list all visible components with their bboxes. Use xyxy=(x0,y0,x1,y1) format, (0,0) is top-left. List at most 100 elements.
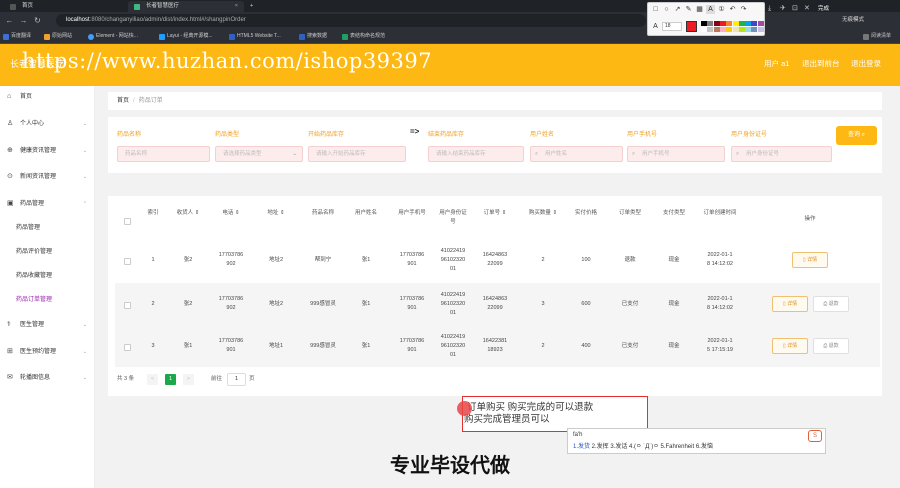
color-swatch[interactable] xyxy=(751,27,758,32)
front-link[interactable]: 退出到前台 xyxy=(802,58,840,70)
search-button[interactable]: 查询 ⌕ xyxy=(836,126,877,145)
col-header[interactable]: 收货人 ⇕ xyxy=(170,209,206,218)
logout-link[interactable]: 退出登录 xyxy=(851,58,881,70)
color-swatch[interactable] xyxy=(745,27,752,32)
stock-end-input[interactable]: 请输入结束药品库存 xyxy=(428,146,524,162)
tab-app[interactable]: 长者智慧医疗 × xyxy=(128,1,244,12)
detail-button[interactable]: ▯ 详情 xyxy=(772,338,808,354)
color-swatch[interactable] xyxy=(757,21,764,26)
new-tab-button[interactable]: + xyxy=(248,1,260,12)
address-bar[interactable]: localhost:8080/changanyiliao/admin/dist/… xyxy=(56,14,646,27)
color-swatch[interactable] xyxy=(713,27,720,32)
download-icon[interactable]: ⤓ xyxy=(768,4,771,14)
forward-icon[interactable]: → xyxy=(18,15,29,26)
user-link[interactable]: 用户 a1 xyxy=(764,58,789,70)
detail-button[interactable]: ▯ 详情 xyxy=(792,252,828,268)
refund-button[interactable]: ⎙ 退款 xyxy=(813,338,849,354)
color-swatch[interactable] xyxy=(701,27,707,32)
sidebar-item-profile[interactable]: ♙ 个人中心 ⌄ xyxy=(0,115,95,133)
detail-button[interactable]: ▯ 详情 xyxy=(772,296,808,312)
row-checkbox[interactable] xyxy=(124,302,131,309)
drug-name-input[interactable]: 药品名称 xyxy=(117,146,210,162)
idcard-input[interactable]: ⌕ 用户身份证号 xyxy=(731,146,832,162)
rectangle-tool-icon[interactable]: □ xyxy=(651,5,660,14)
sidebar-item-doctor[interactable]: ⚕ 医生管理 ⌄ xyxy=(0,316,95,334)
search-icon: ⌕ xyxy=(632,151,636,157)
arrow-tool-icon[interactable]: ↗ xyxy=(673,5,682,14)
sidebar-item-health[interactable]: ⊕ 健康资讯管理 ⌄ xyxy=(0,142,95,160)
bookmark-item[interactable]: 百度翻译 xyxy=(2,31,31,42)
page-1-button[interactable]: 1 xyxy=(165,374,176,385)
ellipse-tool-icon[interactable]: ○ xyxy=(662,5,671,14)
col-header: 操作 xyxy=(804,216,816,222)
sidebar-sub-favorite[interactable]: 药品收藏管理 xyxy=(0,267,95,285)
goto-page-input[interactable]: 1 xyxy=(227,373,246,386)
number-tool-icon[interactable]: ① xyxy=(717,5,726,14)
redo-icon[interactable]: ↷ xyxy=(739,5,748,14)
font-size-select[interactable]: 18 xyxy=(662,22,682,31)
sidebar-item-appointment[interactable]: ⊞ 医生预约管理 ⌄ xyxy=(0,343,95,361)
color-swatch[interactable] xyxy=(719,27,726,32)
sidebar-item-home[interactable]: ⌂ 首页 xyxy=(0,88,95,106)
color-swatch[interactable] xyxy=(726,27,733,32)
text-tool-icon[interactable]: A xyxy=(706,5,715,14)
color-swatch[interactable] xyxy=(738,27,745,32)
sidebar-item-medicine[interactable]: ▣ 药品管理 ⌃ xyxy=(0,195,95,213)
prev-page-button[interactable]: < xyxy=(147,374,158,385)
current-color[interactable] xyxy=(686,21,697,32)
color-swatch[interactable] xyxy=(751,21,758,26)
col-header[interactable]: 订单号 ⇕ xyxy=(478,209,512,218)
color-swatch[interactable] xyxy=(726,21,733,26)
reload-icon[interactable]: ↻ xyxy=(32,15,43,26)
close-icon[interactable]: ✕ xyxy=(804,4,810,14)
bookmark-item[interactable]: Element - 网站快... xyxy=(87,31,138,42)
drug-type-select[interactable]: 请选择药品类型 ⌄ xyxy=(215,146,303,162)
color-swatch[interactable] xyxy=(745,21,752,26)
back-icon[interactable]: ← xyxy=(4,15,15,26)
sidebar-item-news[interactable]: ⊙ 新闻资讯管理 ⌄ xyxy=(0,168,95,186)
select-all-checkbox[interactable] xyxy=(124,218,131,225)
username-input[interactable]: ⌕ 用户姓名 xyxy=(530,146,623,162)
row-checkbox[interactable] xyxy=(124,258,131,265)
col-header[interactable]: 电话 ⇕ xyxy=(213,209,249,218)
reading-list[interactable]: 阅读清单 xyxy=(862,31,891,42)
bookmark-item[interactable]: HTML5 Website T... xyxy=(228,31,281,42)
bookmark-item[interactable]: 表结构命名规范 xyxy=(341,31,385,42)
color-swatch[interactable] xyxy=(713,21,720,26)
pen-tool-icon[interactable]: ✎ xyxy=(684,5,693,14)
color-swatch[interactable] xyxy=(707,21,714,26)
cell-price: 600 xyxy=(581,300,591,307)
refund-button[interactable]: ⎙ 退款 xyxy=(813,296,849,312)
cell-price: 400 xyxy=(581,342,591,349)
color-swatch[interactable] xyxy=(732,27,739,32)
bookmark-item[interactable]: Layui - 经典开源模... xyxy=(158,31,213,42)
tab-label: 首页 xyxy=(22,3,34,9)
close-icon[interactable]: × xyxy=(235,1,238,12)
tab-home[interactable]: 首页 xyxy=(4,1,48,12)
stock-start-input[interactable]: 请输入开始药品库存 xyxy=(308,146,406,162)
color-swatch[interactable] xyxy=(732,21,739,26)
color-swatch[interactable] xyxy=(757,27,764,32)
incognito-label[interactable]: 无痕模式 xyxy=(842,15,864,26)
undo-icon[interactable]: ↶ xyxy=(728,5,737,14)
next-page-button[interactable]: > xyxy=(183,374,194,385)
color-swatch[interactable] xyxy=(701,21,707,26)
bookmark-item[interactable]: 原始网站 xyxy=(43,31,72,42)
breadcrumb-home[interactable]: 首页 xyxy=(117,98,129,104)
sidebar-sub-review[interactable]: 药品评价管理 xyxy=(0,243,95,261)
mosaic-tool-icon[interactable]: ▦ xyxy=(695,5,704,14)
mobile-input[interactable]: ⌕ 用户手机号 xyxy=(627,146,725,162)
col-header[interactable]: 地址 ⇕ xyxy=(262,209,290,218)
col-header[interactable]: 购买数量 ⇕ xyxy=(525,209,561,218)
sidebar-item-banner[interactable]: ✉ 轮播图信息 ⌄ xyxy=(0,369,95,387)
sidebar-sub-medicine[interactable]: 药品管理 xyxy=(0,219,95,237)
color-swatch[interactable] xyxy=(719,21,726,26)
color-swatch[interactable] xyxy=(738,21,745,26)
done-button[interactable]: 完成 xyxy=(818,4,829,14)
pin-icon[interactable]: ✈ xyxy=(780,4,786,14)
save-icon[interactable]: ⊡ xyxy=(792,4,798,14)
color-swatch[interactable] xyxy=(707,27,714,32)
bookmark-item[interactable]: 搜索数据 xyxy=(298,31,327,42)
row-checkbox[interactable] xyxy=(124,344,131,351)
sidebar-sub-order[interactable]: 药品订单管理 xyxy=(0,291,95,309)
